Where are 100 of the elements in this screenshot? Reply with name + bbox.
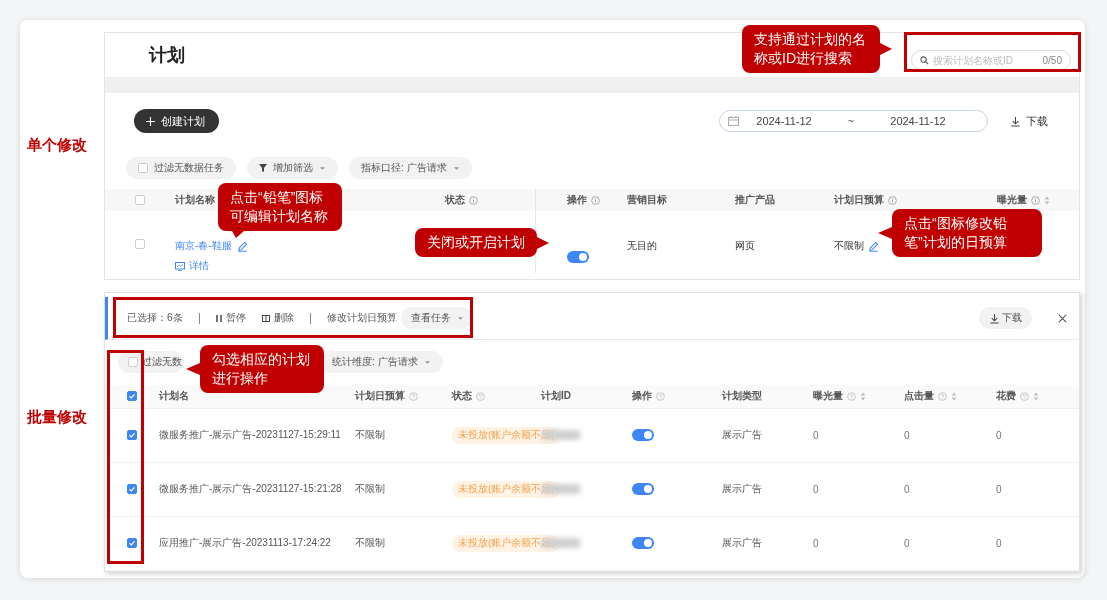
info-icon	[469, 195, 478, 205]
start-date: 2024-11-12	[755, 115, 813, 127]
toggle-switch[interactable]	[632, 483, 654, 496]
monitor-icon	[175, 261, 185, 271]
table-cell-text: 微服务推广-展示广告-20231127-15:29:11	[158, 428, 342, 443]
calendar-icon	[728, 116, 739, 126]
column-header: 计划名称	[175, 193, 215, 207]
column-header: 曝光量	[813, 389, 843, 404]
blurred-id	[541, 538, 581, 549]
help-icon	[476, 391, 485, 401]
checkbox[interactable]	[127, 391, 137, 402]
callout-pointer	[880, 43, 892, 55]
selection-count: 已选择：6条	[127, 311, 183, 326]
table-cell-text: 应用推广-展示广告-20231113-17:24:22	[158, 536, 332, 551]
delete-icon	[261, 314, 270, 322]
info-icon	[591, 195, 600, 205]
delete-button[interactable]: 删除	[261, 311, 294, 326]
filter-chip[interactable]: 过滤无数据任务	[126, 157, 236, 179]
table-cell-text: 不限制	[354, 536, 386, 551]
help-icon	[656, 391, 665, 401]
pencil-icon[interactable]	[236, 240, 248, 252]
blurred-id	[541, 430, 581, 441]
table-cell-text: 展示广告	[721, 482, 763, 497]
column-header: 状态	[445, 193, 465, 207]
column-header: 状态	[452, 389, 472, 404]
search-icon	[920, 55, 929, 65]
details-link[interactable]: 详情	[175, 259, 209, 273]
column-header: 操作	[567, 193, 587, 207]
download-button[interactable]: 下载	[979, 307, 1032, 330]
plan-name-link[interactable]: 南京-春-鞋服	[175, 239, 232, 253]
dropdown-chip[interactable]: 指标口径: 广告请求	[349, 157, 472, 179]
funnel-icon	[259, 164, 267, 172]
table-cell-text: 0	[812, 429, 820, 441]
sort-icon[interactable]	[1044, 195, 1050, 205]
help-icon	[847, 391, 856, 401]
blurred-id	[541, 484, 581, 495]
budget-value: 不限制	[834, 239, 864, 253]
table-cell-text: 0	[903, 537, 911, 549]
help-icon	[1020, 391, 1029, 401]
checkbox[interactable]	[138, 163, 148, 173]
table-cell-text: 展示广告	[721, 428, 763, 443]
callout: 勾选相应的计划进行操作	[200, 345, 324, 393]
status-tag: 未投放(账户余额不足)	[452, 534, 561, 552]
pause-button[interactable]: 暂停	[215, 311, 246, 326]
caret-icon	[423, 359, 431, 365]
column-header: 计划ID	[541, 389, 571, 404]
help-icon	[409, 391, 418, 401]
column-header: 营销目标	[627, 193, 667, 207]
caret-icon	[319, 165, 326, 171]
checkbox[interactable]	[127, 484, 137, 495]
table-cell-text: 0	[903, 483, 911, 495]
column-header: 点击量	[904, 389, 934, 404]
toggle-switch[interactable]	[632, 537, 654, 550]
info-icon	[888, 195, 897, 205]
filter-chip[interactable]: 增加筛选	[247, 157, 338, 179]
column-header: 推广产品	[735, 193, 775, 207]
callout: 支持通过计划的名称或ID进行搜索	[742, 25, 880, 73]
section-label: 单个修改	[26, 135, 88, 155]
view-tasks-dropdown[interactable]: 查看任务	[400, 307, 472, 330]
character-count: 0/50	[1042, 54, 1062, 66]
end-date: 2024-11-12	[889, 115, 947, 127]
checkbox[interactable]	[128, 357, 138, 368]
range-separator: ~	[846, 115, 856, 127]
checkbox[interactable]	[127, 538, 137, 549]
table-cell-text: 网页	[734, 239, 756, 253]
callout-pointer	[878, 227, 892, 239]
section-label: 批量修改	[26, 407, 88, 427]
sort-icon[interactable]	[1033, 391, 1039, 401]
column-header: 计划日预算	[834, 193, 884, 207]
pencil-icon[interactable]	[868, 240, 879, 252]
caret-icon	[452, 165, 460, 171]
download-icon	[1010, 115, 1021, 127]
table-cell-text: 不限制	[354, 428, 386, 443]
search-input[interactable]: 搜索计划名称或ID	[933, 54, 1039, 66]
checkbox[interactable]	[135, 195, 145, 205]
table-cell-text: 微服务推广-展示广告-20231127-15:21:28	[158, 482, 343, 497]
table-cell-text: 展示广告	[721, 536, 763, 551]
page-title: 计划	[149, 44, 185, 67]
status-tag: 未投放(账户余额不足)	[452, 480, 561, 498]
column-header: 计划类型	[722, 389, 762, 404]
download-button[interactable]: 下载	[1010, 113, 1048, 129]
close-icon[interactable]	[1058, 313, 1067, 323]
help-icon	[938, 391, 947, 401]
caret-icon	[456, 315, 464, 321]
sort-icon[interactable]	[951, 391, 957, 401]
callout: 关闭或开启计划	[415, 228, 537, 257]
callout-pointer	[537, 236, 549, 249]
table-cell-text: 无目的	[626, 239, 658, 253]
toggle-switch[interactable]	[567, 250, 589, 263]
edit-budget-button[interactable]: 修改计划日预算	[326, 311, 397, 326]
callout: 点击“图标修改铅笔”计划的日预算	[892, 209, 1042, 257]
table-cell-text: 0	[995, 429, 1003, 441]
checkbox[interactable]	[127, 430, 137, 441]
toggle-switch[interactable]	[632, 429, 654, 442]
sort-icon[interactable]	[860, 391, 866, 401]
column-header: 计划名	[159, 389, 189, 404]
create-plan-button[interactable]: 创建计划	[134, 109, 219, 133]
checkbox[interactable]	[135, 239, 145, 249]
table-cell-text: 0	[903, 429, 911, 441]
callout-pointer	[232, 231, 244, 238]
